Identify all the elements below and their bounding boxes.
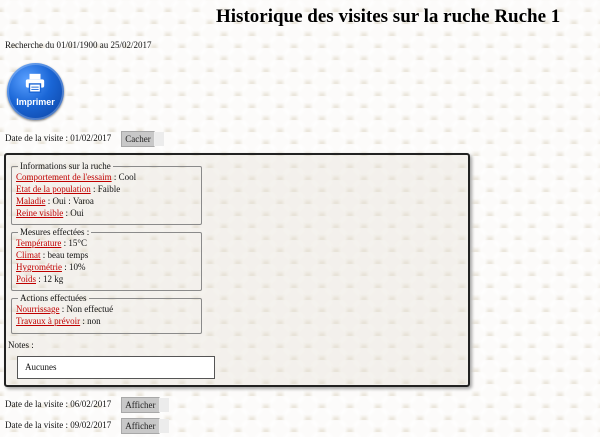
info-row: Maladie : Oui : Varoa bbox=[16, 196, 94, 206]
action-row: Travaux à prévoir : non bbox=[16, 316, 101, 326]
search-range-text: Recherche du 01/01/1900 au 25/02/2017 bbox=[5, 40, 152, 50]
action-row: Nourrissage : Non effectué bbox=[16, 304, 114, 314]
notes-label: Notes : bbox=[8, 340, 34, 350]
printer-icon bbox=[25, 73, 45, 93]
measures-fieldset: Mesures effectées : Température : 15°C C… bbox=[11, 227, 202, 291]
print-button-label: Imprimer bbox=[16, 97, 55, 107]
visit-row: Date de la visite : 06/02/2017 Afficher bbox=[5, 397, 160, 413]
actions-legend: Actions effectuées bbox=[20, 293, 87, 303]
show-visit-button[interactable]: Afficher bbox=[121, 397, 160, 413]
measure-row: Poids : 12 kg bbox=[16, 274, 64, 284]
page-title: Historique des visites sur la ruche Ruch… bbox=[216, 6, 561, 27]
notes-field: Aucunes bbox=[17, 356, 215, 379]
hive-info-legend: Informations sur la ruche bbox=[20, 161, 111, 171]
actions-fieldset: Actions effectuées Nourrissage : Non eff… bbox=[11, 293, 202, 334]
info-row: Reine visible : Oui bbox=[16, 208, 84, 218]
hive-info-fieldset: Informations sur la ruche Comportement d… bbox=[11, 161, 202, 225]
visit-row: Date de la visite : 09/02/2017 Afficher bbox=[5, 418, 160, 434]
visit-date: Date de la visite : 01/02/2017 bbox=[5, 133, 112, 143]
visit-row: Date de la visite : 01/02/2017 Cacher bbox=[5, 131, 155, 147]
info-row: Comportement de l'essaim : Cool bbox=[16, 172, 137, 182]
show-visit-button[interactable]: Afficher bbox=[121, 418, 160, 434]
visit-date: Date de la visite : 06/02/2017 bbox=[5, 399, 112, 409]
measures-legend: Mesures effectées : bbox=[20, 227, 90, 237]
hide-visit-button[interactable]: Cacher bbox=[121, 131, 155, 147]
visit-date: Date de la visite : 09/02/2017 bbox=[5, 420, 112, 430]
measure-row: Température : 15°C bbox=[16, 238, 87, 248]
print-button[interactable]: Imprimer bbox=[7, 63, 64, 120]
measure-row: Climat : beau temps bbox=[16, 250, 89, 260]
visit-details-panel: Informations sur la ruche Comportement d… bbox=[4, 153, 470, 387]
measure-row: Hygrométrie : 10% bbox=[16, 262, 86, 272]
info-row: Etat de la population : Faible bbox=[16, 184, 121, 194]
